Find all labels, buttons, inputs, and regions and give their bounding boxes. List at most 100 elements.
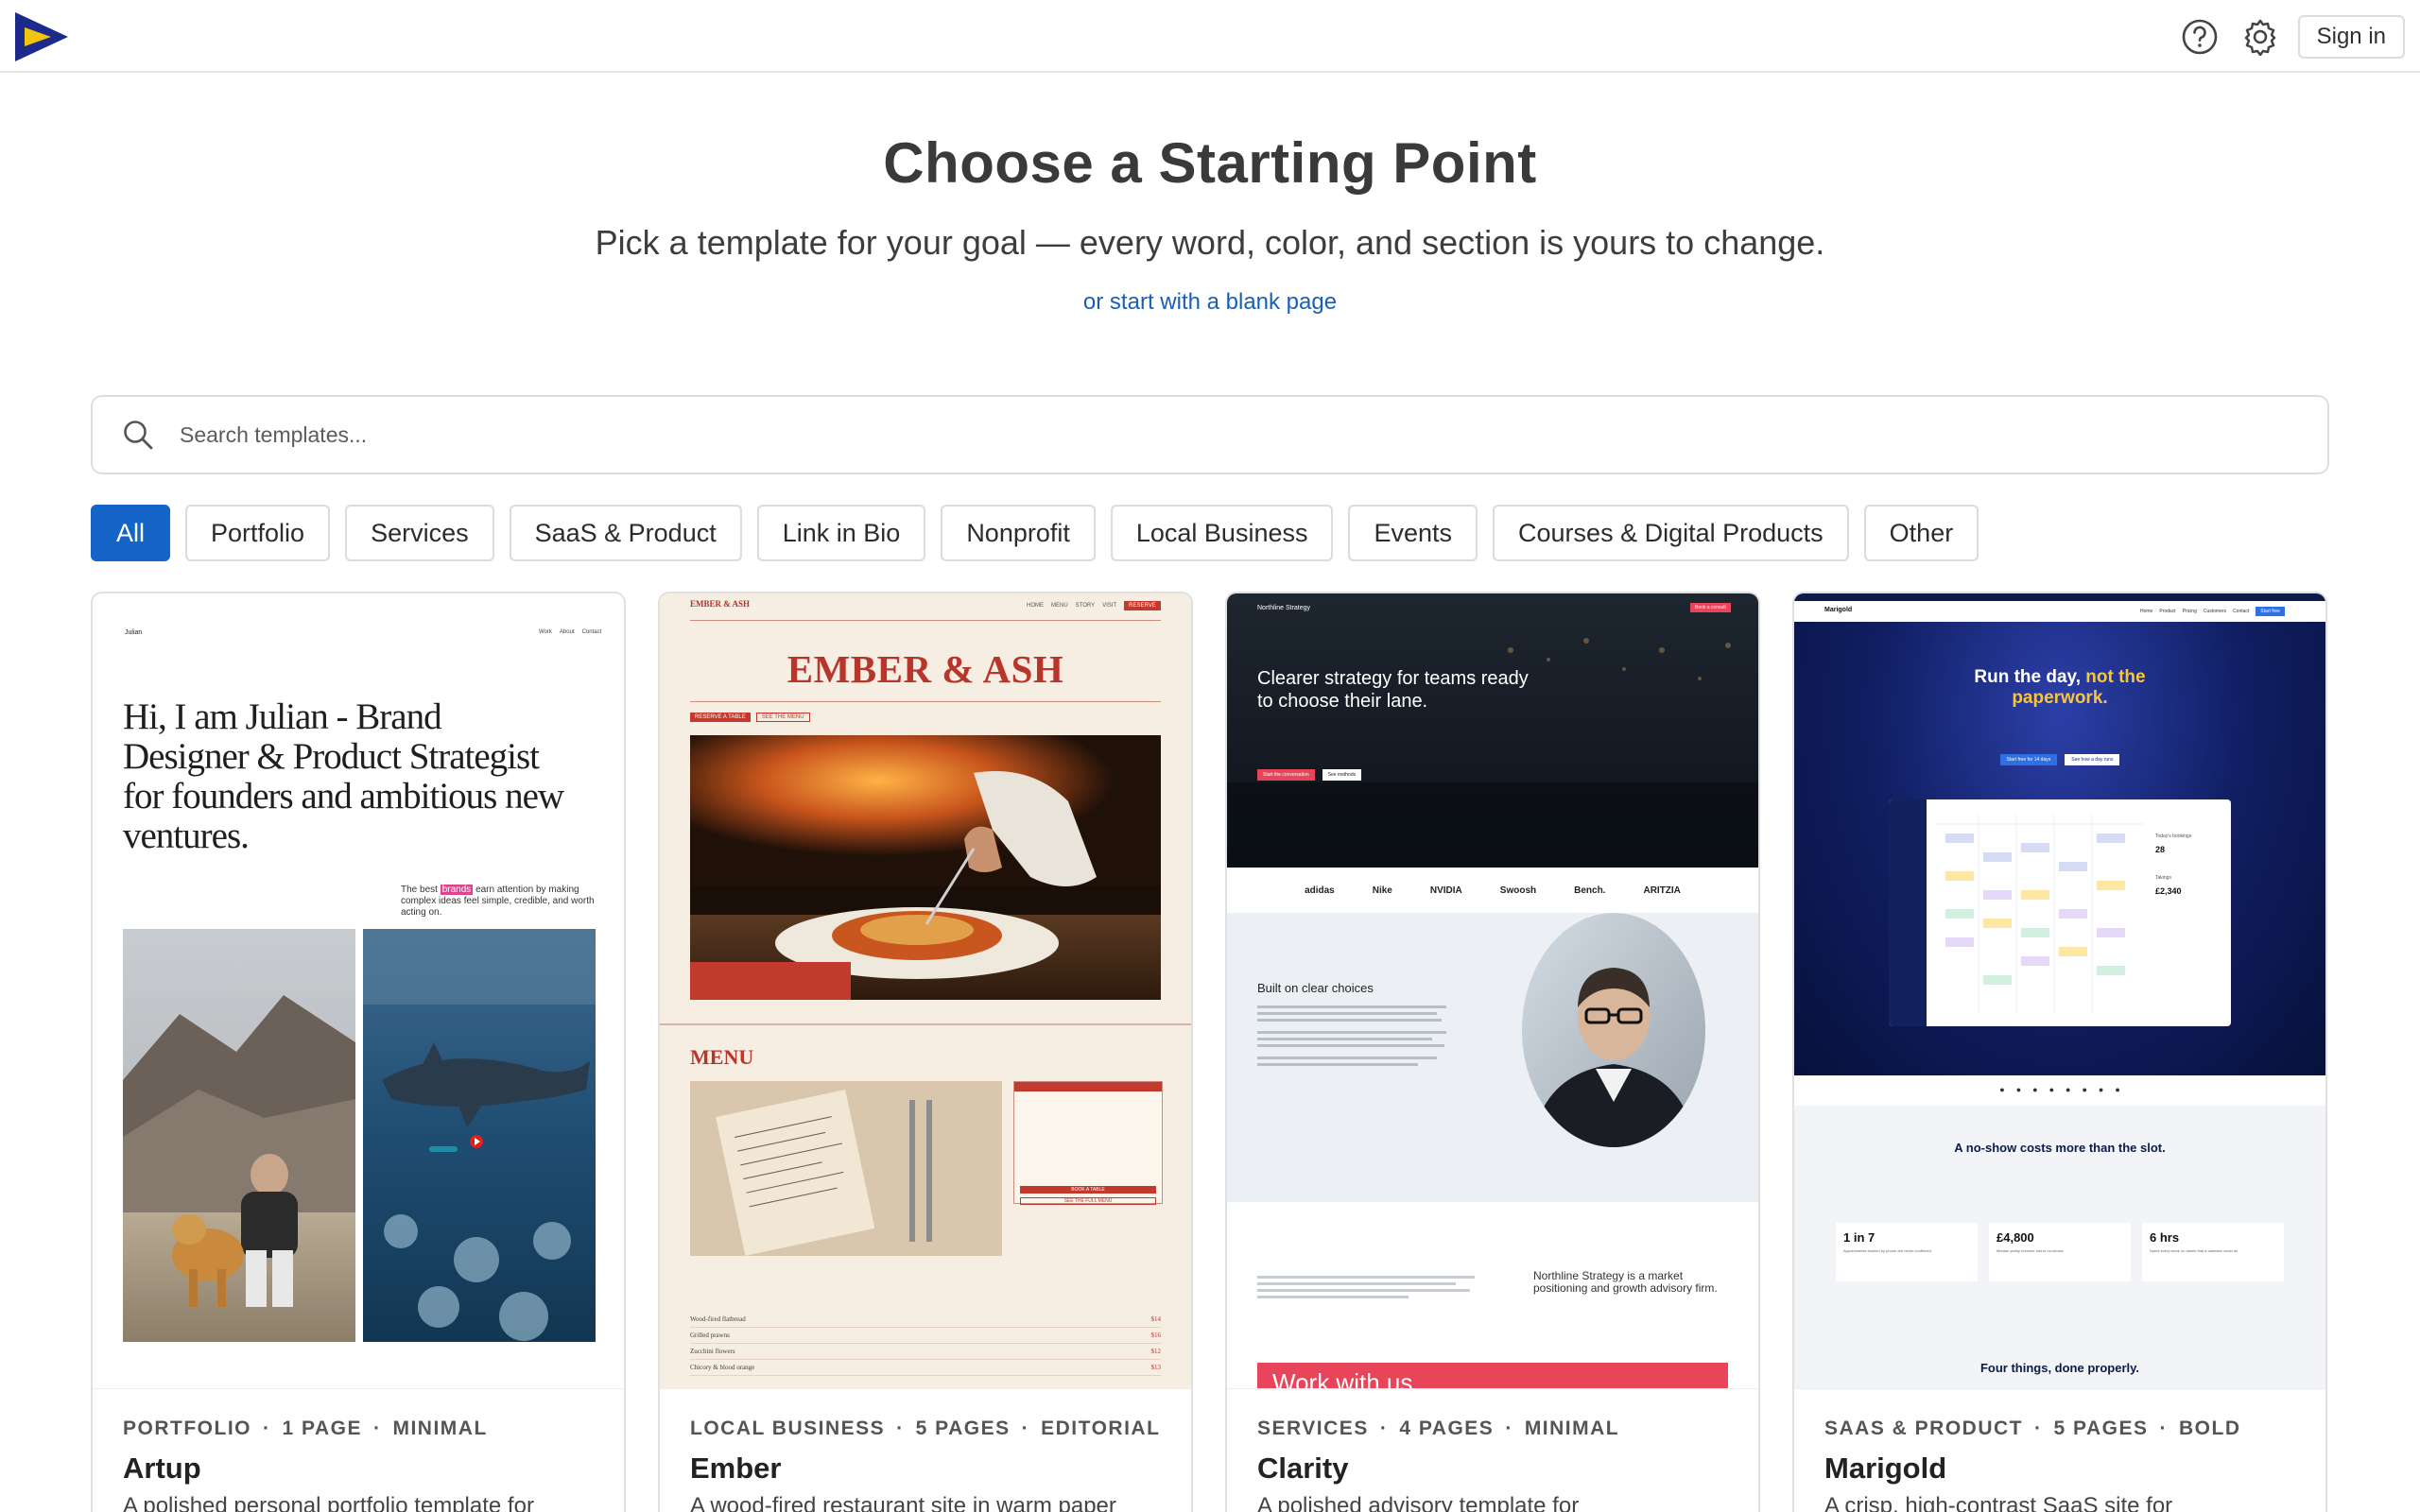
preview-nav-cta: Book a consult bbox=[1690, 603, 1731, 612]
help-icon[interactable] bbox=[2173, 10, 2226, 63]
template-card-clarity[interactable]: Northline Strategy Book a consult Cleare… bbox=[1225, 592, 1760, 1512]
filter-other[interactable]: Other bbox=[1863, 505, 1979, 561]
card-category: SERVICES bbox=[1257, 1418, 1369, 1439]
template-card-ember[interactable]: EMBER & ASH HOME MENU STORY VISIT RESERV… bbox=[658, 592, 1193, 1512]
template-preview-artup: Julian Work About Contact Hi, I am Julia… bbox=[93, 593, 624, 1389]
preview-client-logo: Bench. bbox=[1574, 885, 1606, 896]
page-subtitle: Pick a template for your goal — every wo… bbox=[595, 223, 1825, 262]
preview-nav-item: MENU bbox=[1051, 603, 1068, 609]
preview-brand: Marigold bbox=[1824, 607, 1853, 613]
top-bar: Sign in bbox=[0, 0, 2420, 73]
preview-stat-card: 6 hrs Spent every week on admin that a c… bbox=[2142, 1223, 2284, 1281]
preview-secondary-button: See methods bbox=[1322, 769, 1362, 781]
template-card-artup[interactable]: Julian Work About Contact Hi, I am Julia… bbox=[91, 592, 626, 1512]
preview-bottom-title: Four things, done properly. bbox=[1979, 1361, 2140, 1375]
preview-client-logo: Nike bbox=[1372, 885, 1392, 896]
preview-stat-value: £4,800 bbox=[1996, 1230, 2034, 1245]
card-category: SAAS & PRODUCT bbox=[1824, 1418, 2024, 1439]
preview-primary-button: Start free for 14 days bbox=[1999, 754, 2058, 765]
card-pages: 1 PAGE bbox=[282, 1418, 362, 1439]
card-pages: 5 PAGES bbox=[915, 1418, 1011, 1439]
preview-announcement-bar bbox=[1794, 593, 2325, 601]
meta-separator: · bbox=[1379, 1418, 1389, 1439]
card-style: BOLD bbox=[2179, 1418, 2241, 1439]
preview-nav-cta: Start free bbox=[2256, 607, 2285, 616]
preview-client-logo: NVIDIA bbox=[1429, 885, 1462, 896]
preview-nav: HOME MENU STORY VISIT RESERVE bbox=[1027, 601, 1161, 610]
meta-separator: · bbox=[372, 1418, 382, 1439]
preview-section-title: A no-show costs more than the slot. bbox=[1954, 1141, 2166, 1155]
preview-menu-item: Chicory & blood orange bbox=[690, 1364, 755, 1371]
preview-stats-row: 1 in 7 Appointments booked by phone are … bbox=[1836, 1223, 2284, 1281]
template-card-marigold[interactable]: Marigold Home Product Pricing Customers … bbox=[1792, 592, 2327, 1512]
preview-nav-item: Work bbox=[539, 629, 552, 635]
preview-hero-buttons: Start free for 14 days See how a day run… bbox=[1794, 754, 2325, 765]
preview-portrait bbox=[1522, 913, 1705, 1147]
meta-separator: · bbox=[2034, 1418, 2043, 1439]
card-meta: SERVICES · 4 PAGES · MINIMAL bbox=[1257, 1418, 1619, 1440]
preview-divider bbox=[690, 701, 1161, 702]
preview-nav-item: HOME bbox=[1027, 603, 1044, 609]
preview-nav-item: Contact bbox=[581, 629, 602, 635]
preview-booking-link: SEE THE FULL MENU bbox=[1020, 1197, 1156, 1205]
filter-local-business[interactable]: Local Business bbox=[1110, 505, 1334, 561]
top-actions: Sign in bbox=[2173, 0, 2420, 73]
filter-services[interactable]: Services bbox=[345, 505, 494, 561]
preview-stat-value: 6 hrs bbox=[2150, 1230, 2180, 1245]
card-style: EDITORIAL bbox=[1041, 1418, 1161, 1439]
meta-separator: · bbox=[1021, 1418, 1030, 1439]
preview-headline: Clearer strategy for teams ready to choo… bbox=[1257, 668, 1529, 712]
search-bar[interactable] bbox=[91, 395, 2329, 474]
preview-section-lines bbox=[1257, 1002, 1446, 1070]
card-category: LOCAL BUSINESS bbox=[690, 1418, 886, 1439]
filter-events[interactable]: Events bbox=[1348, 505, 1478, 561]
card-meta: PORTFOLIO · 1 PAGE · MINIMAL bbox=[123, 1418, 488, 1440]
filter-saas-product[interactable]: SaaS & Product bbox=[509, 505, 742, 561]
preview-cta-banner: Work with us bbox=[1257, 1363, 1728, 1388]
filter-courses-digital-products[interactable]: Courses & Digital Products bbox=[1493, 505, 1849, 561]
preview-integrations-row: ● ● ● ● ● ● ● ● bbox=[1999, 1085, 2120, 1094]
preview-hero-lights bbox=[1227, 638, 1758, 868]
preview-nav-item: Home bbox=[2140, 609, 2153, 614]
preview-dash-stat-label: Takings bbox=[2155, 875, 2171, 881]
search-icon bbox=[124, 421, 153, 450]
card-meta: LOCAL BUSINESS · 5 PAGES · EDITORIAL bbox=[690, 1418, 1160, 1440]
card-meta: SAAS & PRODUCT · 5 PAGES · BOLD bbox=[1824, 1418, 2241, 1440]
filter-all[interactable]: All bbox=[91, 505, 171, 561]
preview-headline: Hi, I am Julian - Brand Designer & Produ… bbox=[123, 696, 564, 856]
preview-photo-menu bbox=[690, 1081, 1002, 1256]
preview-booking-card: BOOK A TABLE SEE THE FULL MENU bbox=[1013, 1081, 1163, 1205]
preview-brand: EMBER & ASH bbox=[690, 599, 751, 609]
preview-dashboard: Today's bookings 28 Takings £2,340 bbox=[1889, 799, 2231, 1026]
settings-gear-icon[interactable] bbox=[2234, 10, 2287, 63]
filter-portfolio[interactable]: Portfolio bbox=[185, 505, 331, 561]
preview-blurb-start: The best bbox=[401, 885, 438, 895]
preview-tag: RESERVE A TABLE bbox=[690, 713, 751, 722]
card-category: PORTFOLIO bbox=[123, 1418, 251, 1439]
preview-booking-header bbox=[1014, 1082, 1162, 1091]
template-preview-ember: EMBER & ASH HOME MENU STORY VISIT RESERV… bbox=[660, 593, 1191, 1389]
preview-nav-item: About bbox=[559, 629, 575, 635]
preview-nav-cta: RESERVE bbox=[1124, 601, 1161, 610]
logo-play-icon[interactable] bbox=[13, 10, 70, 63]
preview-menu-price: $14 bbox=[1150, 1315, 1162, 1323]
card-title: Marigold bbox=[1824, 1452, 1947, 1485]
preview-about-text: Northline Strategy is a market positioni… bbox=[1533, 1269, 1718, 1295]
blank-page-link[interactable]: or start with a blank page bbox=[1083, 289, 1337, 315]
preview-nav-item: Customers bbox=[2203, 609, 2227, 614]
preview-headline-yellow: not the bbox=[2085, 667, 2146, 687]
preview-stat-label: Appointments booked by phone are never c… bbox=[1843, 1248, 1931, 1253]
preview-headline-white: Run the day, bbox=[1974, 667, 2086, 687]
preview-nav: Home Product Pricing Customers Contact S… bbox=[2140, 607, 2285, 616]
search-input[interactable] bbox=[180, 421, 2070, 448]
card-title: Artup bbox=[123, 1452, 201, 1485]
preview-hero-buttons: Start the conversation See methods bbox=[1257, 769, 1362, 781]
preview-menu-row: Grilled prawns $16 bbox=[690, 1328, 1161, 1344]
filter-nonprofit[interactable]: Nonprofit bbox=[941, 505, 1096, 561]
card-description: A wood-fired restaurant site in warm pap… bbox=[690, 1493, 1116, 1512]
preview-client-logo: adidas bbox=[1305, 885, 1335, 896]
preview-primary-button: Start the conversation bbox=[1257, 769, 1315, 781]
preview-client-logo: Swoosh bbox=[1499, 885, 1537, 896]
filter-link-in-bio[interactable]: Link in Bio bbox=[756, 505, 926, 561]
sign-in-button[interactable]: Sign in bbox=[2297, 14, 2405, 59]
